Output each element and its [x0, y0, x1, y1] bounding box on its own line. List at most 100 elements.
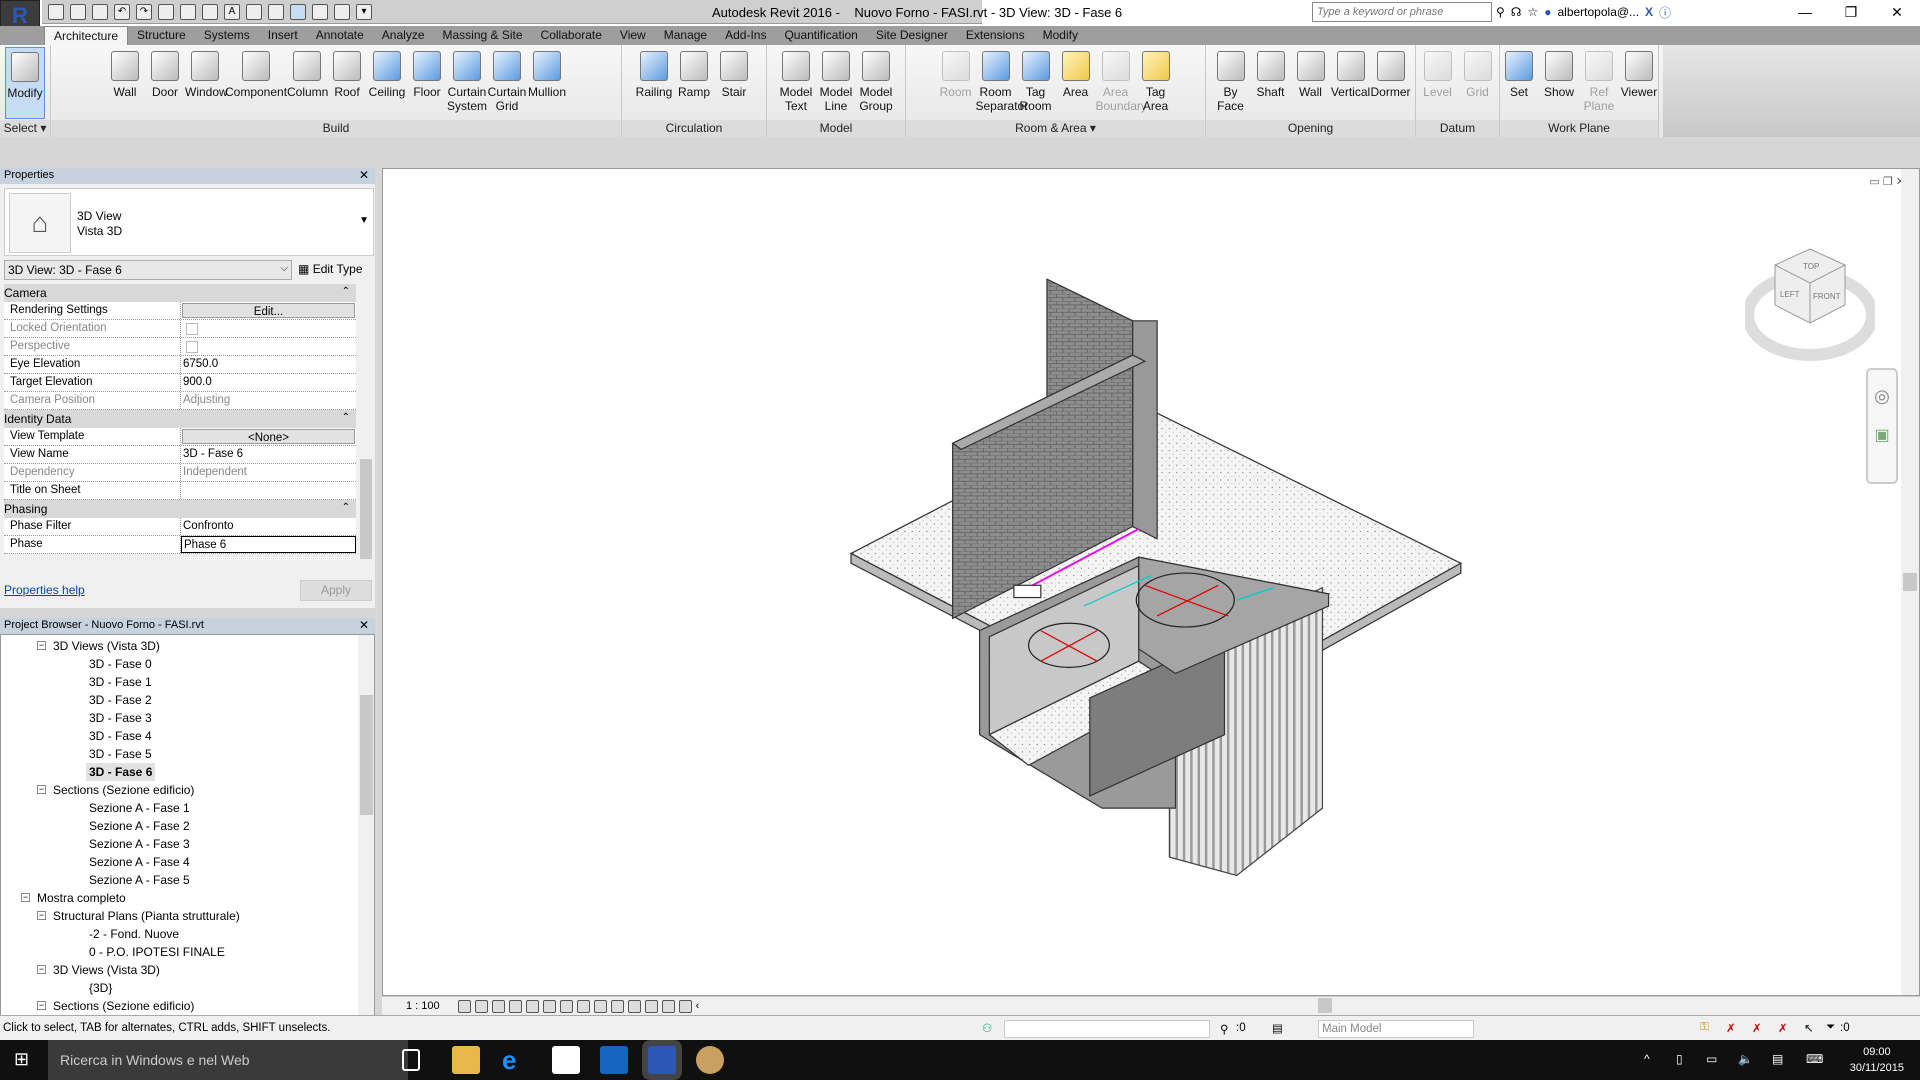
design-options-icon[interactable]: ▤ — [1272, 1021, 1283, 1035]
browser-item[interactable]: 3D Views (Vista 3D) — [53, 961, 160, 979]
browser-item[interactable]: 0 - P.O. IPOTESI FINALE — [89, 943, 225, 961]
shadows-icon[interactable] — [508, 999, 522, 1013]
help-icon[interactable]: ⓘ — [1659, 4, 1671, 21]
select-links-icon[interactable]: ⚿ — [1700, 1021, 1709, 1034]
browser-item[interactable]: -2 - Fond. Nuove — [89, 925, 179, 943]
viewcube-top[interactable]: TOP — [1803, 262, 1819, 271]
instance-selector[interactable]: 3D View: 3D - Fase 6 ⌵ — [4, 260, 292, 280]
panel-label[interactable]: Work Plane — [1500, 120, 1658, 137]
tag-area-button[interactable]: Tag Area — [1136, 47, 1176, 119]
section-icon[interactable] — [268, 3, 284, 20]
minimize-icon[interactable]: — — [1782, 0, 1828, 24]
tab-add-ins[interactable]: Add-Ins — [716, 26, 775, 45]
shaft-button[interactable]: Shaft — [1251, 47, 1291, 119]
tab-analyze[interactable]: Analyze — [373, 26, 434, 45]
type-selector[interactable]: ⌂ 3D View Vista 3D ▼ — [4, 188, 374, 256]
close-icon[interactable]: ✕ — [359, 618, 369, 632]
browser-item[interactable]: Sezione A - Fase 5 — [89, 871, 190, 889]
editable-only-icon[interactable]: ⚲ — [1220, 1022, 1228, 1036]
railing-button[interactable]: Railing — [634, 47, 674, 119]
switch-windows-icon[interactable] — [334, 3, 350, 20]
steering-wheel-icon[interactable]: ◎ — [1868, 386, 1896, 407]
tab-insert[interactable]: Insert — [259, 26, 307, 45]
property-value[interactable]: Confronto — [181, 518, 356, 535]
component-button[interactable]: Component — [225, 47, 287, 119]
default-3d-view-icon[interactable] — [246, 3, 262, 20]
model-line-button[interactable]: Model Line — [816, 47, 856, 119]
horizontal-scrollbar-thumb[interactable] — [1318, 998, 1332, 1013]
viewcube-front[interactable]: FRONT — [1813, 292, 1841, 301]
sun-path-icon[interactable] — [491, 999, 505, 1013]
property-value[interactable]: 900.0 — [181, 374, 356, 391]
tab-manage[interactable]: Manage — [655, 26, 716, 45]
browser-item[interactable]: 3D - Fase 5 — [89, 745, 152, 763]
viewer-button[interactable]: Viewer — [1619, 47, 1659, 119]
section-identity-data[interactable]: Identity Data ⌃ — [4, 410, 356, 428]
reveal-hidden-icon[interactable] — [610, 999, 624, 1013]
panel-label[interactable]: Datum — [1416, 120, 1499, 137]
show-button[interactable]: Show — [1539, 47, 1579, 119]
locked-orientation-checkbox[interactable] — [186, 323, 198, 335]
paint-icon[interactable] — [696, 1046, 724, 1074]
area-button[interactable]: Area — [1056, 47, 1096, 119]
open-icon[interactable] — [48, 3, 64, 20]
floor-button[interactable]: Floor — [407, 47, 447, 119]
tab-collaborate[interactable]: Collaborate — [532, 26, 611, 45]
model-group-button[interactable]: Model Group — [856, 47, 896, 119]
column-button[interactable]: Column — [287, 47, 328, 119]
tab-structure[interactable]: Structure — [128, 26, 195, 45]
show-hidden-icons[interactable]: ^ — [1644, 1052, 1650, 1066]
scrollbar-thumb[interactable] — [1903, 573, 1917, 591]
browser-item[interactable]: Sections (Sezione edificio) — [53, 781, 194, 799]
browser-item[interactable]: Sezione A - Fase 1 — [89, 799, 190, 817]
stair-button[interactable]: Stair — [714, 47, 754, 119]
user-icon[interactable]: ● — [1544, 5, 1551, 19]
browser-item[interactable]: Sezione A - Fase 3 — [89, 835, 190, 853]
customize-qat-icon[interactable]: ▾ — [356, 3, 372, 20]
collapse-toggle[interactable]: − — [37, 911, 46, 920]
outlook-icon[interactable] — [600, 1046, 628, 1074]
temporary-hide-icon[interactable] — [593, 999, 607, 1013]
thin-lines-icon[interactable] — [290, 3, 306, 20]
room-separator-button[interactable]: Room Separator — [976, 47, 1028, 119]
properties-help-link[interactable]: Properties help — [4, 583, 85, 597]
close-icon[interactable]: ✕ — [1874, 0, 1920, 24]
browser-item[interactable]: 3D Views (Vista 3D) — [53, 637, 160, 655]
select-by-face-icon[interactable]: ✗ — [1778, 1021, 1788, 1035]
subscription-icon[interactable]: ☊ — [1511, 5, 1522, 19]
highlight-displacement-icon[interactable] — [661, 999, 675, 1013]
restore-icon[interactable]: ❐ — [1883, 176, 1893, 188]
level-button[interactable]: Level — [1418, 47, 1458, 119]
tag-room-button[interactable]: Tag Room — [1016, 47, 1056, 119]
browser-scrollbar[interactable] — [358, 635, 374, 1015]
property-value[interactable] — [181, 482, 356, 499]
dormer-button[interactable]: Dormer — [1371, 47, 1411, 119]
wall-button[interactable]: Wall — [105, 47, 145, 119]
battery-icon[interactable]: ▯ — [1676, 1052, 1683, 1066]
property-value[interactable]: <None> — [182, 429, 355, 444]
reveal-constraints-icon[interactable] — [678, 999, 692, 1013]
favorites-icon[interactable]: ☆ — [1527, 5, 1538, 19]
browser-item[interactable]: 3D - Fase 4 — [89, 727, 152, 745]
tab-view[interactable]: View — [611, 26, 655, 45]
tab-systems[interactable]: Systems — [195, 26, 259, 45]
binoculars-icon[interactable]: ⚲ — [1496, 5, 1505, 19]
browser-item[interactable]: 3D - Fase 1 — [89, 673, 152, 691]
scrollbar-thumb[interactable] — [360, 459, 372, 559]
panel-label[interactable]: Opening — [1206, 120, 1415, 137]
search-input[interactable]: Type a keyword or phrase — [1312, 2, 1492, 22]
collapse-icon[interactable]: ⌃ — [342, 286, 350, 297]
ramp-button[interactable]: Ramp — [674, 47, 714, 119]
action-center-icon[interactable]: ▤ — [1772, 1052, 1783, 1066]
save-icon[interactable] — [70, 3, 86, 20]
panel-label[interactable]: Room & Area ▾ — [906, 120, 1205, 137]
taskbar-search[interactable]: Ricerca in Windows e nel Web — [48, 1040, 408, 1080]
crop-region-icon[interactable] — [559, 999, 573, 1013]
curtain-grid-button[interactable]: Curtain Grid — [487, 47, 527, 119]
design-option-dropdown[interactable]: Main Model — [1318, 1020, 1474, 1038]
windows-start-icon[interactable]: ⊞ — [14, 1049, 29, 1070]
mullion-button[interactable]: Mullion — [527, 47, 567, 119]
close-hidden-windows-icon[interactable] — [312, 3, 328, 20]
section-phasing[interactable]: Phasing ⌃ — [4, 500, 356, 518]
set-button[interactable]: Set — [1499, 47, 1539, 119]
